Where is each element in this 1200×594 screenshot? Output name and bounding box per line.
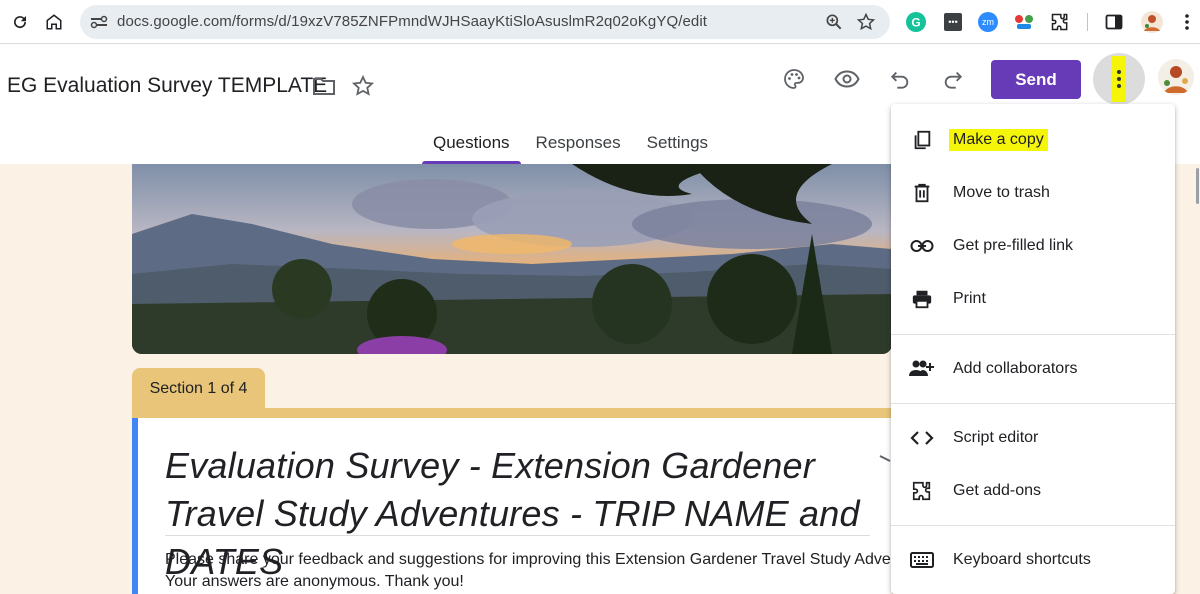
- copy-icon: [909, 127, 935, 153]
- menu-item-script-editor[interactable]: Script editor: [891, 415, 1175, 461]
- form-description[interactable]: Please share your feedback and suggestio…: [165, 549, 895, 593]
- menu-item-label: Move to trash: [953, 184, 1050, 201]
- grammarly-extension-icon[interactable]: G: [904, 10, 928, 34]
- code-icon: [909, 425, 935, 451]
- star-icon[interactable]: [347, 70, 379, 102]
- extensions-puzzle-icon[interactable]: [1048, 10, 1072, 34]
- print-icon: [909, 286, 935, 312]
- profile-avatar[interactable]: [1140, 10, 1164, 34]
- bookmark-star-icon[interactable]: [856, 12, 876, 37]
- url-text[interactable]: docs.google.com/forms/d/19xzV785ZNFPmndW…: [117, 13, 707, 30]
- document-title[interactable]: EG Evaluation Survey TEMPLATE: [7, 74, 327, 98]
- more-options-menu: Make a copy Move to trash Get pre-filled…: [891, 104, 1175, 594]
- zoom-extension-icon[interactable]: zm: [976, 10, 1000, 34]
- customize-theme-icon[interactable]: [778, 63, 810, 95]
- zoom-icon[interactable]: [824, 12, 844, 37]
- browser-toolbar: docs.google.com/forms/d/19xzV785ZNFPmndW…: [0, 0, 1200, 44]
- toolbar-divider: [1087, 13, 1088, 31]
- menu-item-label: Get pre-filled link: [953, 237, 1074, 254]
- tab-questions[interactable]: Questions: [420, 125, 523, 164]
- menu-divider: [891, 525, 1175, 526]
- menu-item-label: Make a copy: [949, 129, 1048, 151]
- menu-item-print[interactable]: Print: [891, 276, 1175, 322]
- reload-icon[interactable]: [6, 8, 34, 36]
- send-button[interactable]: Send: [991, 60, 1081, 99]
- tab-responses[interactable]: Responses: [523, 125, 634, 164]
- menu-item-add-collaborators[interactable]: Add collaborators: [891, 346, 1175, 392]
- menu-item-label: Print: [953, 290, 986, 307]
- header-image: [132, 164, 892, 354]
- undo-icon[interactable]: [884, 63, 916, 95]
- menu-item-make-a-copy[interactable]: Make a copy: [891, 117, 1175, 163]
- form-description-line-2: Your answers are anonymous. Thank you!: [165, 573, 464, 590]
- account-avatar[interactable]: [1158, 59, 1194, 95]
- more-options-button[interactable]: [1093, 53, 1145, 105]
- form-description-line-1: Please share your feedback and suggestio…: [165, 551, 895, 568]
- preview-eye-icon[interactable]: [831, 63, 863, 95]
- menu-divider: [891, 334, 1175, 335]
- more-vert-icon: [1112, 56, 1126, 102]
- menu-item-label: Get add-ons: [953, 482, 1042, 499]
- add-people-icon: [909, 356, 935, 382]
- menu-item-label: Add collaborators: [953, 360, 1078, 377]
- menu-item-label: Script editor: [953, 429, 1039, 446]
- menu-divider: [891, 403, 1175, 404]
- tab-settings[interactable]: Settings: [634, 125, 721, 164]
- title-underline: [165, 535, 870, 536]
- menu-item-move-to-trash[interactable]: Move to trash: [891, 170, 1175, 216]
- section-indicator: Section 1 of 4: [132, 368, 265, 410]
- chrome-menu-icon[interactable]: [1175, 10, 1199, 34]
- link-icon: [909, 233, 935, 259]
- menu-item-get-add-ons[interactable]: Get add-ons: [891, 468, 1175, 514]
- extension-icon[interactable]: [1012, 10, 1036, 34]
- page-scrollbar[interactable]: [1196, 168, 1199, 204]
- trash-icon: [909, 180, 935, 206]
- svg-text:G: G: [911, 16, 920, 30]
- form-tabs: Questions Responses Settings: [420, 125, 721, 164]
- home-icon[interactable]: [40, 8, 68, 36]
- extension-icon[interactable]: •••: [941, 10, 965, 34]
- address-bar[interactable]: docs.google.com/forms/d/19xzV785ZNFPmndW…: [80, 5, 890, 39]
- menu-item-keyboard-shortcuts[interactable]: Keyboard shortcuts: [891, 537, 1175, 583]
- site-info-icon[interactable]: [90, 13, 108, 31]
- puzzle-icon: [909, 478, 935, 504]
- section-color-bar: [132, 408, 892, 418]
- menu-item-get-pre-filled-link[interactable]: Get pre-filled link: [891, 223, 1175, 269]
- menu-item-label: Keyboard shortcuts: [953, 551, 1091, 568]
- folder-icon[interactable]: [308, 70, 340, 102]
- form-title-card[interactable]: Evaluation Survey - Extension Gardener T…: [132, 418, 895, 594]
- side-panel-icon[interactable]: [1102, 10, 1126, 34]
- collapse-section-icon[interactable]: [878, 450, 892, 476]
- keyboard-icon: [909, 547, 935, 573]
- redo-icon[interactable]: [937, 63, 969, 95]
